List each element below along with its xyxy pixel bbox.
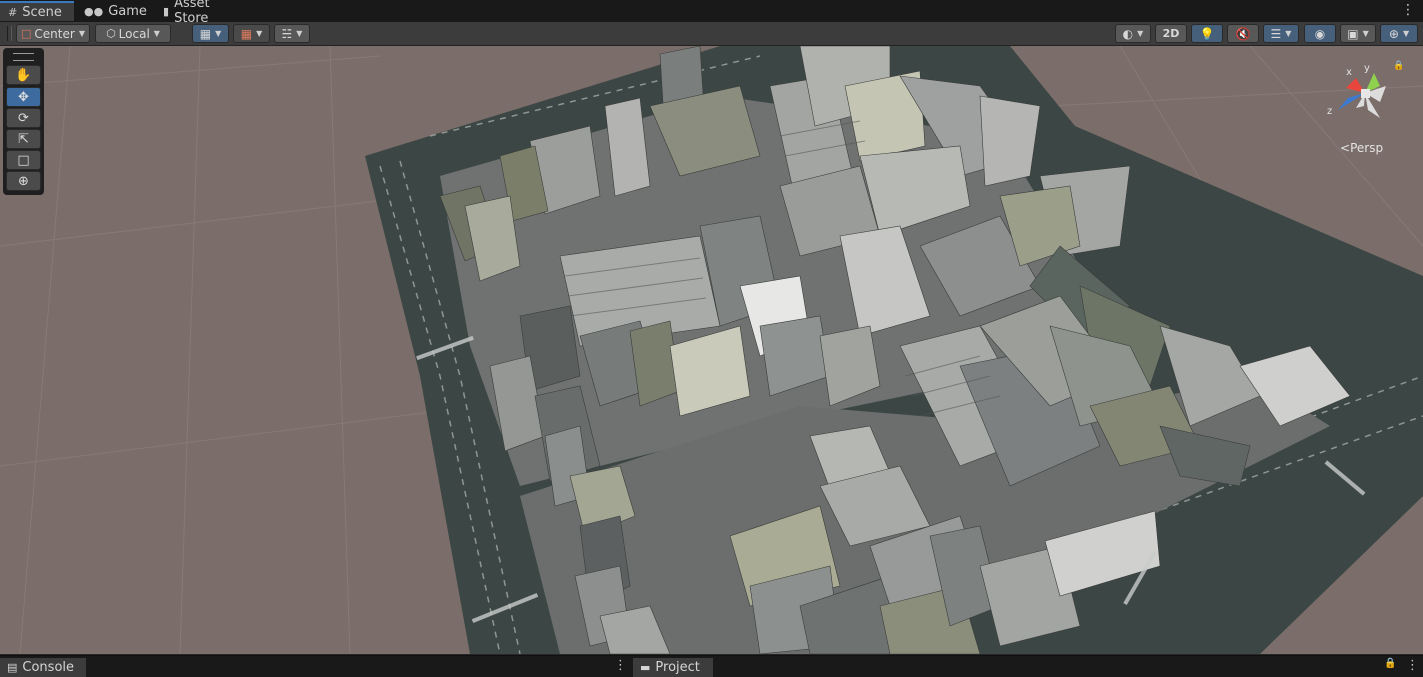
increment-snap-toggle[interactable]: ▦ ▼ <box>233 24 270 43</box>
draw-mode-dropdown[interactable]: ◐ ▼ <box>1115 24 1151 43</box>
increment-snap-icon: ▦ <box>240 26 253 41</box>
tool-palette-drag-handle[interactable] <box>13 53 34 61</box>
projection-toggle[interactable]: <Persp <box>1340 141 1383 155</box>
layers-icon: ☰ <box>1270 26 1282 41</box>
speaker-muted-icon: 🔇 <box>1235 26 1251 41</box>
gamepad-icon: ●● <box>84 4 104 18</box>
pivot-rotation-label: Local <box>118 26 150 41</box>
scale-icon: ⇱ <box>18 131 29 147</box>
tab-game[interactable]: ●● Game <box>76 1 148 21</box>
chevron-down-icon: ▼ <box>78 29 85 38</box>
gizmo-x-label: x <box>1346 67 1352 78</box>
grid-lines-icon: ☵ <box>281 26 293 41</box>
tool-palette: ✋ ✥ ⟳ ⇱ □ ⊕ <box>3 48 44 195</box>
eye-slash-icon: ◉ <box>1314 26 1326 41</box>
tab-asset-store[interactable]: ▮ Asset Store <box>155 0 255 26</box>
rect-tool-button[interactable]: □ <box>6 150 41 170</box>
gizmo-z-label: z <box>1327 106 1332 117</box>
bottom-panel-bar: ▤ Console ⋮ ▬ Project 🔒 ⋮ <box>0 655 1423 677</box>
rect-icon: □ <box>17 152 30 168</box>
tab-game-label: Game <box>108 3 147 19</box>
console-menu-kebab-icon[interactable]: ⋮ <box>614 658 627 673</box>
tab-console-label: Console <box>22 660 75 675</box>
scene-viewport[interactable] <box>0 46 1423 654</box>
pivot-rotation-dropdown[interactable]: ⬡ Local ▼ <box>95 24 171 43</box>
tab-console[interactable]: ▤ Console <box>0 658 86 677</box>
camera-settings-dropdown[interactable]: ▣ ▼ <box>1340 24 1376 43</box>
tab-scene-label: Scene <box>22 4 62 20</box>
project-menu-kebab-icon[interactable]: ⋮ <box>1406 658 1419 673</box>
move-tool-button[interactable]: ✥ <box>6 87 41 107</box>
transform-tool-button[interactable]: ⊕ <box>6 171 41 191</box>
lock-icon[interactable]: 🔒 <box>1393 61 1404 71</box>
grid-snap-toggle[interactable]: ▦ ▼ <box>192 24 229 43</box>
gizmos-dropdown[interactable]: ⊕ ▼ <box>1380 24 1418 43</box>
rotate-icon: ⟳ <box>18 110 29 126</box>
chevron-down-icon: ▼ <box>1285 29 1292 38</box>
toolbar-grip <box>7 26 12 41</box>
pivot-mode-dropdown[interactable]: □ Center ▼ <box>16 24 90 43</box>
transform-icon: ⊕ <box>18 173 29 189</box>
grid-icon: # <box>8 5 18 19</box>
lightbulb-icon: 💡 <box>1199 26 1215 41</box>
mode-2d-label: 2D <box>1162 27 1180 40</box>
hand-tool-button[interactable]: ✋ <box>6 65 41 85</box>
pivot-icon: □ <box>21 27 32 40</box>
effects-dropdown[interactable]: ☰ ▼ <box>1263 24 1299 43</box>
window-tab-bar: # Scene ●● Game ▮ Asset Store ⋮ <box>0 0 1423 26</box>
rotate-tool-button[interactable]: ⟳ <box>6 108 41 128</box>
console-icon: ▤ <box>7 661 18 674</box>
gizmo-y-label: y <box>1364 63 1370 74</box>
scene-toolbar: □ Center ▼ ⬡ Local ▼ ▦ ▼ ▦ ▼ ☵ ▼ ◐ ▼ 2D … <box>0 22 1423 46</box>
chevron-down-icon: ▼ <box>215 29 222 38</box>
move-arrows-icon: ✥ <box>18 89 29 105</box>
audio-toggle[interactable]: 🔇 <box>1227 24 1259 43</box>
chevron-down-icon: ▼ <box>1137 29 1144 38</box>
projection-label: Persp <box>1350 141 1384 155</box>
camera-icon: ▣ <box>1347 26 1359 41</box>
pivot-mode-label: Center <box>34 26 75 41</box>
mode-2d-toggle[interactable]: 2D <box>1155 24 1187 43</box>
window-menu-kebab-icon[interactable]: ⋮ <box>1401 2 1415 18</box>
folder-icon: ▬ <box>640 661 651 674</box>
chevron-down-icon: ▼ <box>1362 29 1369 38</box>
project-lock-icon[interactable]: 🔒 <box>1384 658 1396 669</box>
chevron-down-icon: ▼ <box>296 29 303 38</box>
cube-icon: ⬡ <box>106 27 116 40</box>
shading-sphere-icon: ◐ <box>1122 26 1134 41</box>
tab-project[interactable]: ▬ Project <box>633 658 713 677</box>
gizmo-globe-icon: ⊕ <box>1388 26 1399 41</box>
chevron-down-icon: ▼ <box>153 29 160 38</box>
scale-tool-button[interactable]: ⇱ <box>6 129 41 149</box>
tab-project-label: Project <box>655 660 700 675</box>
tab-scene[interactable]: # Scene <box>0 1 74 21</box>
grid-visibility-toggle[interactable]: ☵ ▼ <box>274 24 310 43</box>
hand-icon: ✋ <box>15 67 32 83</box>
store-bag-icon: ▮ <box>163 4 170 18</box>
scene-visibility-toggle[interactable]: ◉ <box>1304 24 1336 43</box>
chevron-down-icon: ▼ <box>1402 29 1410 38</box>
city-scene-render <box>0 46 1423 654</box>
grid-snap-icon: ▦ <box>199 26 212 41</box>
chevron-down-icon: ▼ <box>256 29 263 38</box>
chevron-left-icon: < <box>1340 141 1351 155</box>
lighting-toggle[interactable]: 💡 <box>1191 24 1223 43</box>
